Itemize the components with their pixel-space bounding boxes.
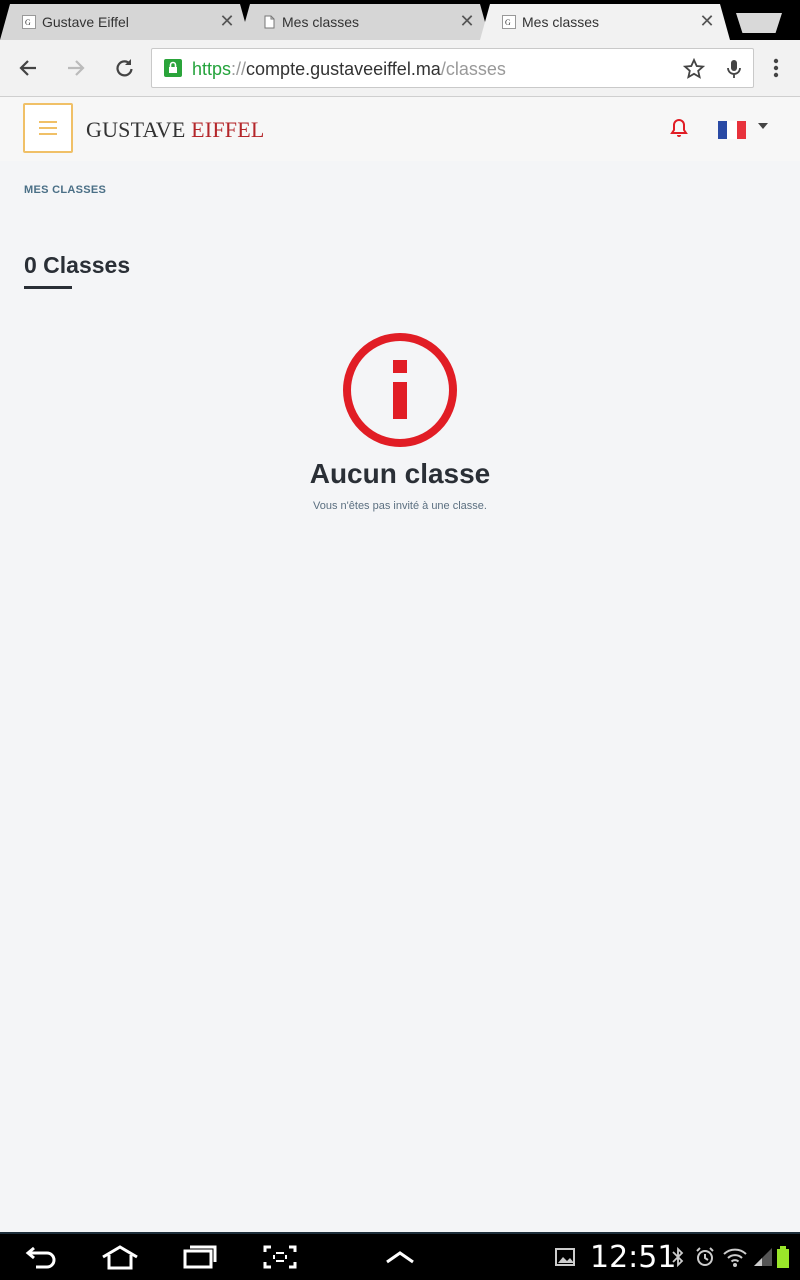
bookmark-button[interactable] [680, 55, 708, 83]
address-bar[interactable]: https://compte.gustaveeiffel.ma/classes [151, 48, 754, 88]
close-tab-icon[interactable]: ✕ [218, 12, 236, 30]
page-file-icon [264, 15, 275, 29]
bluetooth-icon [672, 1246, 684, 1268]
browser-tab-2[interactable]: Mes classes ✕ [240, 4, 490, 40]
system-home-button[interactable] [98, 1242, 142, 1272]
logo-word-1: GUSTAVE [86, 117, 186, 142]
browser-tab-strip: G Gustave Eiffel ✕ Mes classes ✕ G Mes c… [0, 0, 800, 40]
hamburger-menu-button[interactable] [23, 103, 73, 153]
arrow-right-icon [68, 60, 85, 76]
site-header: GUSTAVE EIFFEL [0, 97, 800, 161]
reload-button[interactable] [110, 54, 138, 82]
wifi-icon [723, 1248, 747, 1267]
empty-state-title: Aucun classe [309, 458, 491, 489]
close-tab-icon[interactable]: ✕ [698, 12, 716, 30]
system-recent-apps-button[interactable] [180, 1242, 220, 1272]
cell-signal-icon [754, 1248, 772, 1266]
voice-search-button[interactable] [720, 55, 748, 83]
browser-tab-1[interactable]: G Gustave Eiffel ✕ [0, 4, 250, 40]
site-favicon-icon: G [502, 15, 516, 29]
tab-title: Gustave Eiffel [42, 14, 129, 30]
new-tab-button[interactable] [736, 13, 782, 33]
notification-bell-icon[interactable] [668, 117, 690, 139]
recent-apps-icon [183, 1245, 217, 1269]
site-favicon-icon: G [22, 15, 36, 29]
system-nav-bar: 12:51 [0, 1232, 800, 1280]
forward-button[interactable] [62, 54, 90, 82]
tab-title: Mes classes [282, 14, 360, 30]
browser-menu-button[interactable] [762, 54, 790, 82]
screenshot-icon [263, 1245, 297, 1269]
alarm-icon [696, 1247, 714, 1266]
chevron-down-icon[interactable] [758, 123, 768, 129]
url-scheme: https [192, 59, 232, 79]
status-clock: 12:51 [590, 1240, 677, 1275]
system-back-button[interactable] [22, 1242, 62, 1272]
url-text: https://compte.gustaveeiffel.ma/classes [192, 59, 506, 80]
microphone-icon [727, 60, 741, 78]
lock-icon [164, 59, 182, 77]
breadcrumb: MES CLASSES [24, 184, 107, 196]
battery-icon [777, 1246, 789, 1268]
system-menu-up-button[interactable] [382, 1242, 418, 1272]
back-arrow-icon [25, 1246, 56, 1269]
info-circle-icon [343, 333, 457, 447]
language-flag-fr[interactable] [718, 121, 746, 139]
back-button[interactable] [14, 54, 42, 82]
close-tab-icon[interactable]: ✕ [458, 12, 476, 30]
system-screenshot-button[interactable] [260, 1242, 300, 1272]
empty-state-subtitle: Vous n'êtes pas invité à une classe. [313, 500, 487, 512]
star-icon [683, 58, 705, 79]
site-logo[interactable]: GUSTAVE EIFFEL [86, 117, 264, 143]
svg-text:G: G [25, 18, 31, 27]
tab-title: Mes classes [522, 14, 600, 30]
url-host: compte.gustaveeiffel.ma [246, 59, 441, 79]
chevron-up-icon [386, 1251, 414, 1264]
browser-tab-3-active[interactable]: G Mes classes ✕ [480, 4, 730, 40]
gallery-notification-icon [555, 1248, 575, 1266]
logo-word-2: EIFFEL [191, 117, 265, 142]
home-icon [102, 1245, 138, 1270]
url-path: /classes [440, 59, 506, 79]
svg-text:G: G [505, 18, 511, 27]
url-separator: :// [231, 59, 247, 79]
reload-icon [116, 59, 133, 77]
title-underline [24, 286, 72, 289]
browser-toolbar: https://compte.gustaveeiffel.ma/classes [0, 40, 800, 97]
more-vertical-icon [773, 58, 779, 78]
page-title: 0 Classes [24, 252, 131, 278]
arrow-left-icon [19, 60, 36, 76]
